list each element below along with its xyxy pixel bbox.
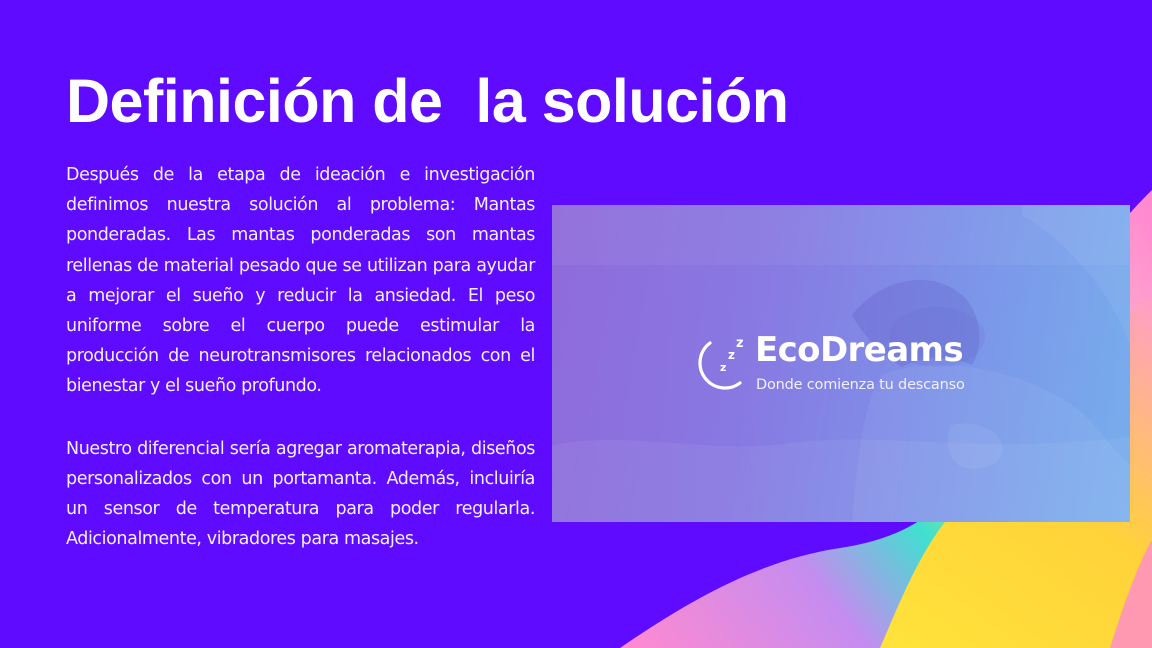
slide-body: Después de la etapa de ideación e invest… <box>66 160 535 554</box>
logo-lettering: z <box>720 361 726 374</box>
brand-name: EcoDreams <box>755 330 964 370</box>
brand-image-card: z z z EcoDreams Donde comienza tu descan… <box>552 205 1130 522</box>
presentation-slide: Definición de la solución Después de la … <box>0 0 1152 648</box>
svg-text:z: z <box>728 348 735 362</box>
paragraph-differentiator: Nuestro diferencial sería agregar aromat… <box>66 438 535 550</box>
paragraph-definition: Después de la etapa de ideación e invest… <box>66 165 535 397</box>
moon-zzz-icon: z z z <box>698 336 744 390</box>
slide-title: Definición de la solución <box>66 67 789 135</box>
svg-text:z: z <box>736 336 744 351</box>
brand-tagline: Donde comienza tu descanso <box>756 377 965 393</box>
